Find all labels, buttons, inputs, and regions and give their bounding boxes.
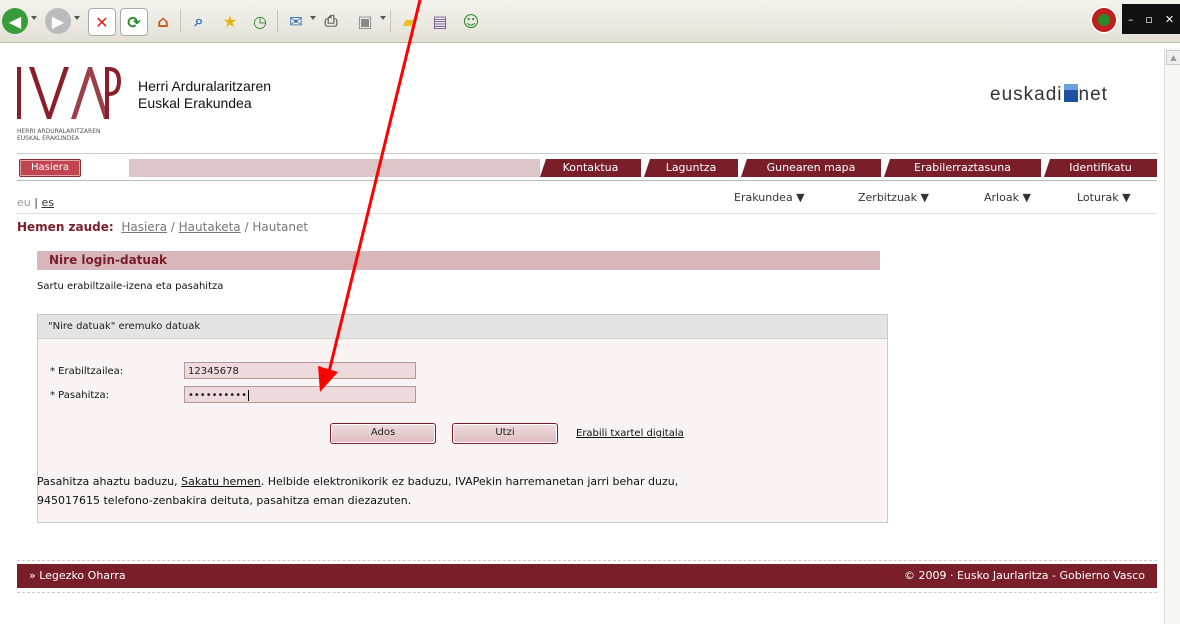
print-icon[interactable]: ⎙ xyxy=(318,8,344,34)
scroll-up-arrow-icon[interactable]: ▲ xyxy=(1166,50,1180,65)
history-icon[interactable]: ◷ xyxy=(247,8,273,34)
research-icon[interactable]: ▤ xyxy=(427,8,453,34)
digital-card-link[interactable]: Erabili txartel digitala xyxy=(576,428,684,439)
breadcrumb-hasiera[interactable]: Hasiera xyxy=(121,220,167,234)
forward-dropdown-icon[interactable] xyxy=(74,16,80,20)
breadcrumb-sep: / xyxy=(166,220,179,234)
form-header: "Nire datuak" eremuko datuak xyxy=(38,315,887,339)
login-form: "Nire datuak" eremuko datuak * Erabiltza… xyxy=(37,314,888,523)
window-controls: – ▫ ✕ xyxy=(1122,4,1180,34)
footer-divider-top xyxy=(17,560,1157,561)
edit-dropdown-icon[interactable] xyxy=(380,16,386,20)
back-dropdown-icon[interactable] xyxy=(31,16,37,20)
username-label: * Erabiltzailea: xyxy=(50,366,124,377)
nav-spacer xyxy=(129,159,549,177)
euskadi-net-logo[interactable]: euskadi net xyxy=(990,84,1108,106)
cancel-button[interactable]: Utzi xyxy=(452,423,558,444)
euskadi-mark-icon xyxy=(1063,84,1078,102)
search-icon[interactable]: ⌕ xyxy=(186,8,212,34)
menu-loturak[interactable]: Loturak ▼ xyxy=(1077,191,1131,204)
logo-subtitle: HERRI ARDURALARITZAREN EUSKAL ERAKUNDEA xyxy=(17,128,100,142)
lang-eu[interactable]: eu xyxy=(17,196,31,209)
breadcrumb-sep: / xyxy=(240,220,253,234)
help-text-post: . Helbide elektronikorik ez baduzu, IVAP… xyxy=(260,475,679,488)
browser-toolbar: ◀ ▶ ✕ ⟳ ⌂ ⌕ ★ ◷ ✉ ⎙ ▣ ▰ ▤ ☺ – ▫ ✕ xyxy=(0,0,1180,43)
maximize-icon[interactable]: ▫ xyxy=(1145,13,1152,26)
flag-icon xyxy=(1090,6,1118,34)
help-text-pre: Pasahitza ahaztu baduzu, xyxy=(37,475,182,488)
nav-divider xyxy=(17,180,1157,181)
ok-button[interactable]: Ados xyxy=(330,423,436,444)
nav-home-button[interactable]: Hasiera xyxy=(19,159,81,177)
password-label: * Pasahitza: xyxy=(50,390,110,401)
org-name-line1: Herri Arduralaritzaren xyxy=(138,78,272,94)
help-text-line2: 945017615 telefono-zenbakira deituta, pa… xyxy=(37,494,412,507)
nav-tab-identifikatu[interactable]: Identifikatu xyxy=(1044,159,1157,177)
close-icon[interactable]: ✕ xyxy=(1165,13,1174,26)
copyright-text: © 2009 · Eusko Jaurlaritza - Gobierno Va… xyxy=(904,569,1145,582)
nav-tab-kontaktua[interactable]: Kontaktua xyxy=(540,159,641,177)
footer-divider-bottom xyxy=(17,592,1157,593)
breadcrumb-hautaketa[interactable]: Hautaketa xyxy=(179,220,241,234)
click-here-link[interactable]: Sakatu hemen xyxy=(181,475,261,488)
edit-icon[interactable]: ▣ xyxy=(352,8,378,34)
password-value: •••••••••• xyxy=(188,390,247,401)
forward-icon[interactable]: ▶ xyxy=(45,8,71,34)
panel-subtitle: Sartu erabiltzaile-izena eta pasahitza xyxy=(37,281,224,292)
refresh-icon[interactable]: ⟳ xyxy=(120,8,148,36)
nav-tab-erabilerraztasuna[interactable]: Erabilerraztasuna xyxy=(884,159,1041,177)
breadcrumb-label: Hemen zaude: xyxy=(17,220,114,234)
stop-icon[interactable]: ✕ xyxy=(88,8,116,36)
header-divider xyxy=(17,153,1157,154)
euskadi-logo-right: net xyxy=(1078,84,1108,105)
home-icon[interactable]: ⌂ xyxy=(150,8,176,34)
messenger-icon[interactable]: ☺ xyxy=(458,8,484,34)
mail-icon[interactable]: ✉ xyxy=(283,8,309,34)
nav-tab-laguntza[interactable]: Laguntza xyxy=(644,159,738,177)
password-input[interactable]: •••••••••• xyxy=(184,386,416,403)
language-switcher: eu | es xyxy=(17,196,54,209)
panel-title: Nire login-datuak xyxy=(37,251,880,270)
mail-dropdown-icon[interactable] xyxy=(310,16,316,20)
minimize-icon[interactable]: – xyxy=(1128,13,1134,26)
menu-erakundea[interactable]: Erakundea ▼ xyxy=(734,191,805,204)
vertical-scrollbar[interactable]: ▲ xyxy=(1164,48,1180,624)
notes-icon[interactable]: ▰ xyxy=(396,8,422,34)
footer-bar: » Legezko Oharra © 2009 · Eusko Jaurlari… xyxy=(17,564,1157,588)
org-name-line2: Euskal Erakundea xyxy=(138,95,252,111)
main-nav: Hasiera Kontaktua Laguntza Gunearen mapa… xyxy=(17,159,1157,177)
breadcrumb-hautanet: Hautanet xyxy=(252,220,309,234)
lang-separator: | xyxy=(34,196,38,209)
breadcrumb: Hemen zaude: Hasiera / Hautaketa / Hauta… xyxy=(17,220,308,234)
username-input[interactable]: 12345678 xyxy=(184,362,416,379)
back-icon[interactable]: ◀ xyxy=(2,8,28,34)
euskadi-logo-left: euskadi xyxy=(990,84,1063,105)
nav-tab-gunearen-mapa[interactable]: Gunearen mapa xyxy=(741,159,881,177)
ivap-logo-mark xyxy=(17,67,121,119)
lang-es[interactable]: es xyxy=(41,196,54,209)
menu-divider xyxy=(17,213,1157,214)
logo-subtitle-line1: HERRI ARDURALARITZAREN xyxy=(17,128,101,135)
password-help-text: Pasahitza ahaztu baduzu, Sakatu hemen. H… xyxy=(37,472,867,510)
logo-subtitle-line2: EUSKAL ERAKUNDEA xyxy=(17,135,80,142)
legal-notice-link[interactable]: » Legezko Oharra xyxy=(29,564,126,588)
text-cursor xyxy=(247,390,249,401)
favorites-icon[interactable]: ★ xyxy=(217,8,243,34)
org-name: Herri Arduralaritzaren Euskal Erakundea xyxy=(138,78,271,112)
menu-zerbitzuak[interactable]: Zerbitzuak ▼ xyxy=(858,191,929,204)
menu-arloak[interactable]: Arloak ▼ xyxy=(984,191,1031,204)
